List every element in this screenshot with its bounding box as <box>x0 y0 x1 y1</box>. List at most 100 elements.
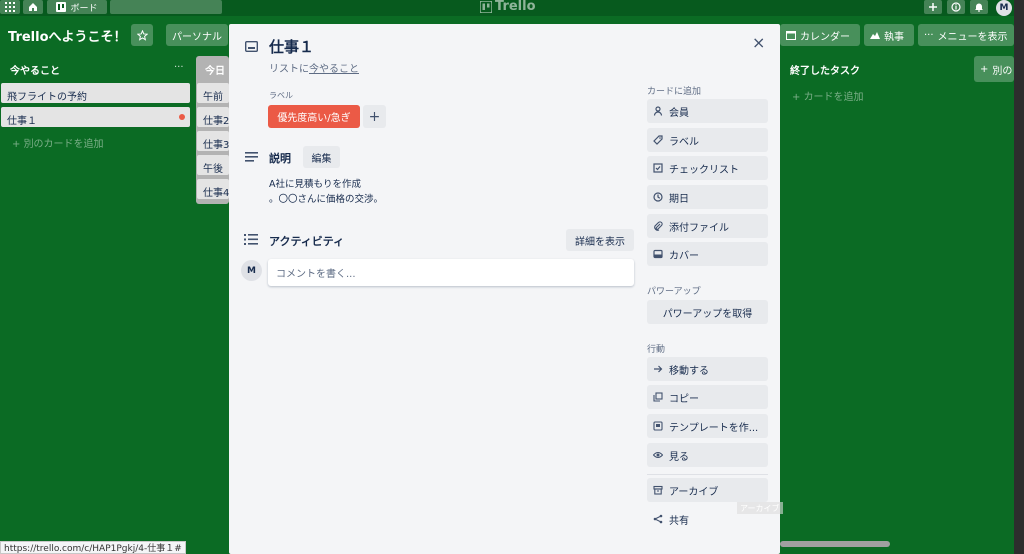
edit-description-button[interactable]: 編集 <box>303 146 340 168</box>
search-box[interactable] <box>110 0 222 14</box>
members-button[interactable]: 会員 <box>647 99 768 123</box>
personal-button[interactable]: パーソナル <box>166 24 228 46</box>
list-card[interactable]: 仕事2 <box>197 107 229 127</box>
person-icon <box>653 106 663 116</box>
get-powerups-button[interactable]: パワーアップを取得 <box>647 300 768 324</box>
archive-button[interactable]: アーカイブ <box>647 478 768 502</box>
cover-button[interactable]: カバー <box>647 242 768 266</box>
activity-heading: アクティビティ <box>269 235 345 248</box>
list-link[interactable]: 今やること <box>309 64 359 75</box>
apps-button[interactable] <box>0 0 20 14</box>
close-button[interactable]: × <box>752 33 765 52</box>
eye-icon <box>653 451 663 459</box>
list-menu-icon[interactable]: ··· <box>174 62 184 73</box>
window-edge <box>1014 0 1024 554</box>
list-card[interactable]: 仕事4 <box>197 179 229 199</box>
list-card[interactable]: 飛フライトの予約 <box>1 83 190 103</box>
card-title: 仕事１ <box>7 116 37 127</box>
card-title[interactable]: 仕事１ <box>269 36 314 57</box>
create-button[interactable] <box>924 0 942 14</box>
list-card[interactable]: 仕事１ <box>1 107 190 127</box>
description-line: 。〇〇さんに価格の交渉。 <box>269 194 384 205</box>
make-template-label: テンプレートを作... <box>669 422 759 434</box>
comment-avatar: M <box>241 260 262 281</box>
labels-button[interactable]: ラベル <box>647 128 768 152</box>
personal-label: パーソナル <box>172 31 222 43</box>
description-heading: 説明 <box>269 152 291 165</box>
comment-input[interactable]: コメントを書く... <box>268 259 634 286</box>
move-button[interactable]: 移動する <box>647 357 768 381</box>
plus-icon: + <box>368 108 381 125</box>
home-icon <box>29 3 37 11</box>
info-icon <box>951 2 961 12</box>
cover-icon <box>653 249 663 259</box>
copy-button[interactable]: コピー <box>647 385 768 409</box>
checklist-button[interactable]: チェックリスト <box>647 156 768 180</box>
label-dot <box>179 114 185 120</box>
watch-button[interactable]: 見る <box>647 443 768 467</box>
board-title[interactable]: Trelloへようこそ！ <box>8 26 127 45</box>
list-title[interactable]: 今日 <box>205 62 225 77</box>
list-title[interactable]: 今やること <box>10 62 60 77</box>
members-label: 会員 <box>669 107 689 119</box>
add-card-label: カードを追加 <box>803 92 864 103</box>
status-bar-url: https://trello.com/c/HAP1Pgkj/4-仕事１# <box>0 541 186 554</box>
trello-logo[interactable]: Trello <box>480 0 536 14</box>
make-template-button[interactable]: テンプレートを作... <box>647 414 768 438</box>
butler-icon <box>870 32 880 39</box>
list-card[interactable]: 仕事3 <box>197 131 229 151</box>
plus-icon: + <box>12 139 24 150</box>
attachment-button[interactable]: 添付ファイル <box>647 214 768 238</box>
add-card-button[interactable]: + 別のカードを追加 <box>12 135 104 150</box>
grid-icon <box>5 2 15 12</box>
plus-icon <box>929 3 937 11</box>
archive-icon <box>653 485 663 495</box>
add-card-button[interactable]: + カードを追加 <box>792 88 864 103</box>
close-icon: × <box>752 33 766 52</box>
paperclip-icon <box>654 221 663 231</box>
butler-button[interactable]: 執事 <box>864 24 914 46</box>
clock-icon <box>653 192 663 202</box>
top-bar: ボード Trello M <box>0 0 1024 16</box>
star-button[interactable] <box>131 24 153 46</box>
show-menu-button[interactable]: ··· メニューを表示 <box>918 24 1014 46</box>
home-button[interactable] <box>23 0 43 14</box>
attachment-label: 添付ファイル <box>669 222 729 234</box>
list-card[interactable]: 午後 <box>197 155 229 175</box>
list-card[interactable]: 午前 <box>197 83 229 103</box>
avatar: M <box>999 3 1009 13</box>
add-list-label: 別の <box>992 65 1013 77</box>
label-tag[interactable]: 優先度高い/急ぎ <box>268 105 360 128</box>
horizontal-scrollbar[interactable] <box>780 541 890 547</box>
calendar-button[interactable]: カレンダー <box>780 24 860 46</box>
list-title[interactable]: 終了したタスク <box>790 62 860 77</box>
description-text[interactable]: A社に見積もりを作成 。〇〇さんに価格の交渉。 <box>269 177 383 207</box>
activity-icon <box>244 234 258 245</box>
notifications-button[interactable] <box>970 0 988 14</box>
add-card-label: 別のカードを追加 <box>23 139 104 150</box>
avatar-button[interactable]: M <box>996 0 1012 16</box>
arrow-right-icon <box>654 365 663 373</box>
star-icon <box>136 29 148 41</box>
copy-icon <box>653 392 663 402</box>
template-icon <box>653 421 663 431</box>
share-icon <box>653 514 663 524</box>
boards-label: ボード <box>70 3 98 14</box>
trello-logo-icon <box>480 0 492 13</box>
add-list-button[interactable]: + 別の <box>974 56 1014 82</box>
more-icon: ··· <box>924 29 934 41</box>
add-label-button[interactable]: + <box>363 105 386 128</box>
checklist-label: チェックリスト <box>669 164 739 176</box>
powerups-heading: パワーアップ <box>647 287 701 297</box>
actions-heading: 行動 <box>647 345 666 355</box>
plus-icon: + <box>792 92 804 103</box>
due-date-button[interactable]: 期日 <box>647 185 768 209</box>
boards-button[interactable]: ボード <box>47 0 107 14</box>
comment-placeholder: コメントを書く... <box>276 269 356 280</box>
info-button[interactable] <box>947 0 965 14</box>
card-detail-modal: 仕事１ リストに今やること × ラベル 優先度高い/急ぎ + 説明 編集 A社に… <box>229 24 780 554</box>
move-label: 移動する <box>669 365 709 377</box>
list-prefix: リストに <box>269 64 309 75</box>
show-details-button[interactable]: 詳細を表示 <box>566 229 634 251</box>
tag-icon <box>653 135 663 145</box>
